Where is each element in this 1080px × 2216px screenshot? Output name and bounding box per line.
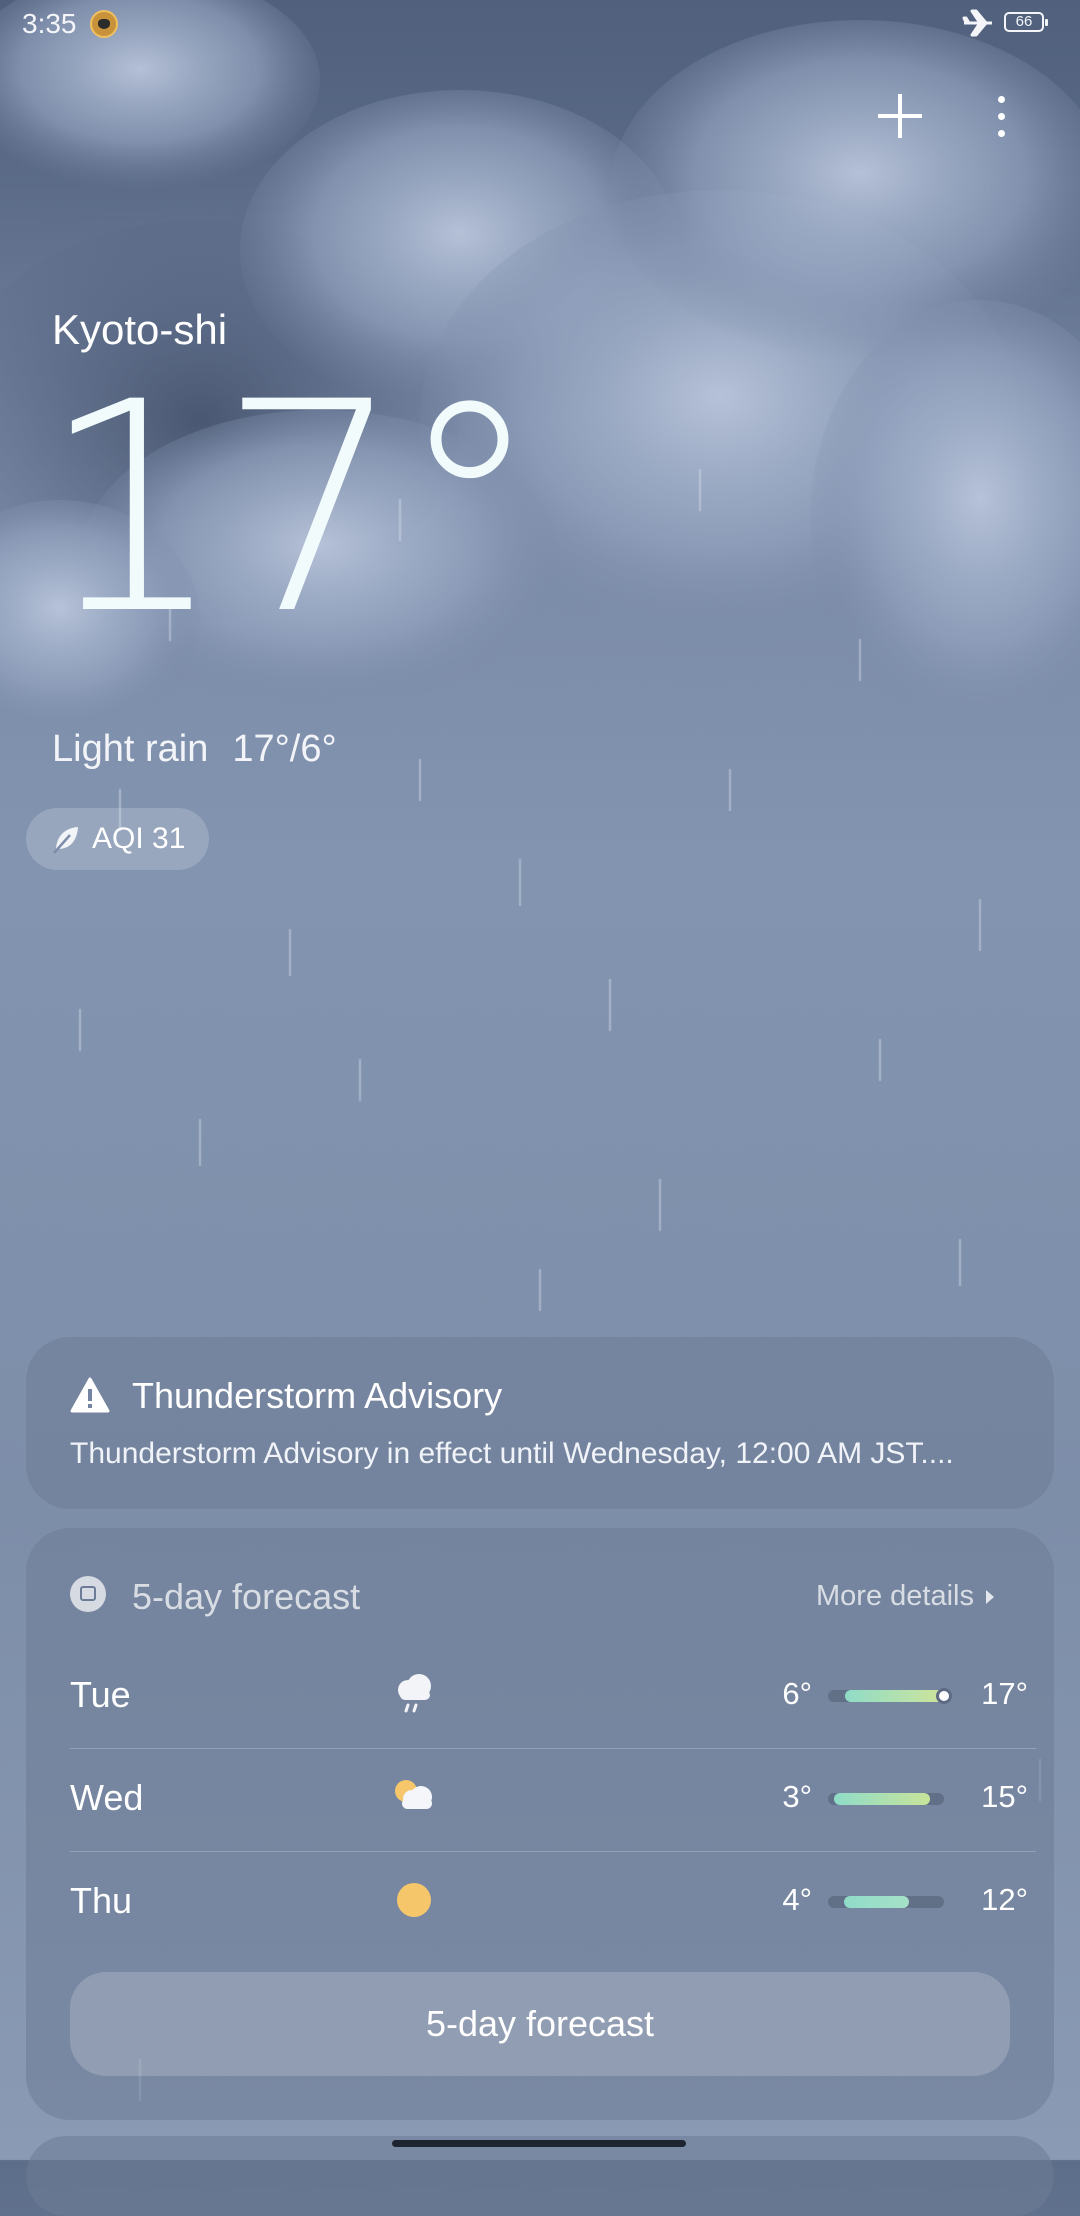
- airplane-mode-icon: [962, 9, 992, 37]
- forecast-title: 5-day forecast: [132, 1576, 361, 1617]
- forecast-row[interactable]: Thu 4° 12°: [70, 1852, 1036, 1955]
- forecast-high: 15°: [981, 1779, 1028, 1814]
- sun-icon: [397, 1883, 431, 1917]
- warning-icon: [70, 1377, 110, 1413]
- forecast-day: Thu: [70, 1880, 133, 1921]
- forecast-day: Wed: [70, 1777, 144, 1818]
- calendar-icon: [70, 1576, 106, 1612]
- forecast-high: 12°: [981, 1882, 1028, 1917]
- aqi-text: AQI 31: [92, 822, 186, 855]
- temp-range-fill: [845, 1690, 944, 1702]
- more-options-button[interactable]: [988, 88, 1016, 144]
- five-day-forecast-button[interactable]: 5-day forecast: [70, 1972, 1010, 2076]
- temp-range-fill: [833, 1793, 931, 1805]
- rain-cloud-icon: [398, 1674, 431, 1713]
- condition-text: Light rain: [52, 728, 209, 770]
- alert-body: Thunderstorm Advisory in effect until We…: [70, 1437, 954, 1470]
- dot-icon: [998, 96, 1005, 103]
- battery-icon: 66: [1004, 12, 1048, 32]
- aqi-pill[interactable]: AQI 31: [26, 808, 210, 870]
- partly-cloudy-icon: [395, 1780, 432, 1809]
- forecast-low: 3°: [782, 1779, 812, 1814]
- notification-avatar-icon: [90, 10, 118, 38]
- high-low-text: 17°/6°: [232, 728, 337, 770]
- chevron-right-icon: [985, 1589, 994, 1604]
- temp-range-fill: [844, 1896, 910, 1908]
- add-city-button[interactable]: [872, 88, 928, 144]
- status-time: 3:35: [22, 8, 77, 39]
- home-indicator[interactable]: [392, 2140, 686, 2147]
- forecast-high: 17°: [981, 1676, 1028, 1711]
- dot-icon: [998, 113, 1005, 120]
- temp-range-bar: [828, 1793, 944, 1805]
- alert-title: Thunderstorm Advisory: [132, 1375, 503, 1416]
- leaf-icon: [53, 827, 78, 854]
- forecast-row[interactable]: Tue 6° 17°: [70, 1646, 1036, 1749]
- forecast-low: 4°: [782, 1882, 812, 1917]
- temp-range-bar: [828, 1688, 952, 1704]
- more-details-link[interactable]: More details: [816, 1580, 994, 1613]
- forecast-row[interactable]: Wed 3° 15°: [70, 1749, 1036, 1852]
- more-details-label: More details: [816, 1580, 974, 1612]
- temp-range-bar: [828, 1896, 944, 1908]
- forecast-low: 6°: [782, 1676, 812, 1711]
- current-temp-marker: [936, 1688, 952, 1704]
- forecast-day: Tue: [70, 1674, 131, 1715]
- current-temperature: 17°: [40, 341, 542, 678]
- next-card: [26, 2136, 1054, 2216]
- forecast-card: 5-day forecast More details Tue 6° 17° W…: [26, 1528, 1054, 2120]
- weather-alert-card[interactable]: Thunderstorm Advisory Thunderstorm Advis…: [26, 1337, 1054, 1509]
- condition-line: Light rain 17°/6°: [52, 728, 337, 771]
- dot-icon: [998, 130, 1005, 137]
